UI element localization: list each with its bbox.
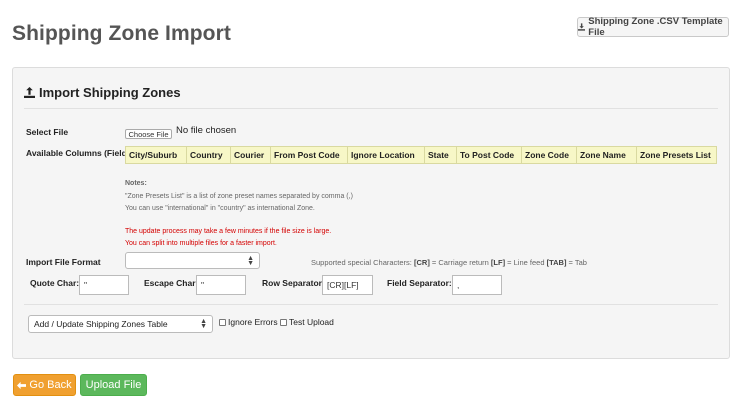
available-columns-table: City/Suburb Country Courier From Post Co… <box>125 146 717 164</box>
go-back-button[interactable]: Go Back <box>13 374 76 396</box>
supported-prefix: Supported special Characters: <box>311 258 412 267</box>
test-upload-label: Test Upload <box>289 317 334 327</box>
column-header: Zone Name <box>576 146 637 164</box>
column-header: Zone Code <box>521 146 577 164</box>
choose-file-button[interactable]: Choose File <box>125 129 172 139</box>
csv-template-button-label: Shipping Zone .CSV Template File <box>588 16 723 38</box>
page-title: Shipping Zone Import <box>12 22 231 45</box>
cr-desc: = Carriage return <box>431 258 489 267</box>
ignore-errors-label: Ignore Errors <box>228 317 278 327</box>
escape-char-input[interactable]: " <box>196 275 246 295</box>
import-format-label: Import File Format <box>26 257 101 267</box>
available-columns-label: Available Columns (Fields) <box>26 148 135 158</box>
test-upload-checkbox[interactable] <box>280 318 287 326</box>
column-header: State <box>424 146 457 164</box>
lf-desc: = Line feed <box>507 258 545 267</box>
import-format-select[interactable]: ▲ ▼ <box>125 252 260 269</box>
row-separator-input[interactable]: [CR][LF] <box>322 275 373 295</box>
lf-code: [LF] <box>490 258 506 267</box>
column-header: From Post Code <box>270 146 348 164</box>
csv-template-button[interactable]: Shipping Zone .CSV Template File <box>577 16 729 38</box>
note-line: You can use "international" in "country"… <box>125 205 315 212</box>
upload-file-button[interactable]: Upload File <box>80 374 147 396</box>
notes-title: Notes: <box>125 180 147 187</box>
action-select[interactable]: Add / Update Shipping Zones Table ▲ ▼ <box>28 315 213 333</box>
controls-divider <box>24 304 718 305</box>
quote-char-input[interactable]: " <box>79 275 129 295</box>
warning-line: You can split into multiple files for a … <box>125 240 277 247</box>
note-line: "Zone Presets List" is a list of zone pr… <box>125 193 353 200</box>
panel-title: Import Shipping Zones <box>24 85 181 100</box>
select-arrows-icon: ▲ ▼ <box>247 254 254 267</box>
tab-code: [TAB] <box>546 258 567 267</box>
download-icon <box>578 23 586 31</box>
select-file-label: Select File <box>26 127 69 137</box>
test-upload-option[interactable]: Test Upload <box>280 317 334 327</box>
column-header: City/Suburb <box>125 146 187 164</box>
panel-divider <box>24 108 718 109</box>
column-header: Country <box>186 146 231 164</box>
supported-characters: Supported special Characters: [CR] = Car… <box>311 258 587 267</box>
column-header: To Post Code <box>456 146 522 164</box>
go-back-button-label: Go Back <box>29 379 72 391</box>
field-separator-label: Field Separator: <box>387 278 452 288</box>
no-file-text: No file chosen <box>176 125 237 136</box>
field-separator-input[interactable]: , <box>452 275 502 295</box>
select-arrows-icon: ▲ ▼ <box>200 318 207 330</box>
ignore-errors-option[interactable]: Ignore Errors <box>219 317 278 327</box>
upload-icon <box>24 87 35 98</box>
tab-desc: = Tab <box>568 258 587 267</box>
row-separator-label: Row Separator: <box>262 278 325 288</box>
column-header: Ignore Location <box>347 146 425 164</box>
warning-line: The update process may take a few minute… <box>125 228 332 235</box>
cr-code: [CR] <box>413 258 430 267</box>
action-select-value: Add / Update Shipping Zones Table <box>34 319 168 329</box>
ignore-errors-checkbox[interactable] <box>219 318 226 326</box>
column-header: Zone Presets List <box>636 146 717 164</box>
arrow-left-icon <box>17 381 27 389</box>
column-header: Courier <box>230 146 271 164</box>
quote-char-label: Quote Char: <box>30 278 80 288</box>
escape-char-label: Escape Char: <box>144 278 199 288</box>
panel-title-text: Import Shipping Zones <box>39 85 181 100</box>
